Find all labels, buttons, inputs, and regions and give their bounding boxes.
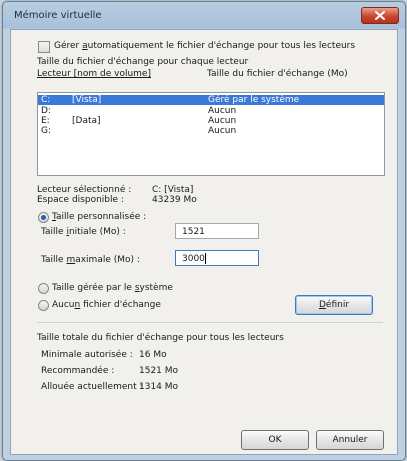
max-size-input[interactable]: 3000 [175,250,259,266]
separator [37,322,383,323]
no-paging-file-radio[interactable] [38,300,49,311]
no-paging-file-label[interactable]: Aucun fichier d'échange [52,300,161,310]
drive-row[interactable]: E: [Data] Aucun [38,116,384,126]
drive-row[interactable]: D: Aucun [38,106,384,116]
set-button[interactable]: Définir [295,295,373,315]
title-bar[interactable]: Mémoire virtuelle [3,2,405,28]
initial-size-label: Taille initiale (Mo) : [41,227,126,237]
cancel-button[interactable]: Annuler [316,430,384,450]
available-space-label: Espace disponible : [37,195,124,205]
virtual-memory-dialog: Mémoire virtuelle Gérer automatiquement … [2,1,406,461]
max-size-label: Taille maximale (Mo) : [41,255,140,265]
column-header-drive: Lecteur [nom de volume] [37,69,151,79]
text-caret [204,253,206,264]
dialog-body: Gérer automatiquement le fichier d'échan… [10,29,398,455]
auto-manage-label[interactable]: Gérer automatiquement le fichier d'échan… [54,41,355,51]
close-icon [375,11,385,20]
custom-size-radio[interactable] [38,212,49,223]
per-drive-heading: Taille du fichier d'échange pour chaque … [37,57,249,67]
close-button[interactable] [361,7,399,24]
column-header-size: Taille du fichier d'échange (Mo) [207,69,348,79]
allocated-label: Allouée actuellement : [41,382,143,392]
available-space-value: 43239 Mo [152,195,197,205]
recommended-value: 1521 Mo [139,366,179,376]
custom-size-label[interactable]: Taille personnalisée : [52,212,146,222]
system-managed-radio[interactable] [38,283,49,294]
selected-drive-label: Lecteur sélectionné : [37,185,132,195]
selected-drive-value: C: [Vista] [152,185,194,195]
recommended-label: Recommandée : [41,366,115,376]
dialog-title: Mémoire virtuelle [14,10,102,21]
min-allowed-value: 16 Mo [139,350,167,360]
auto-manage-checkbox[interactable] [38,41,50,53]
drives-list[interactable]: C: [Vista] Géré par le système D: Aucun … [37,92,385,176]
min-allowed-label: Minimale autorisée : [41,350,133,360]
drive-row[interactable]: G: Aucun [38,126,384,136]
initial-size-input[interactable]: 1521 [175,223,259,239]
ok-button[interactable]: OK [241,430,309,450]
allocated-value: 1314 Mo [139,382,179,392]
system-managed-label[interactable]: Taille gérée par le système [52,283,173,293]
drive-row[interactable]: C: [Vista] Géré par le système [38,95,384,105]
totals-heading: Taille totale du fichier d'échange pour … [37,333,284,343]
